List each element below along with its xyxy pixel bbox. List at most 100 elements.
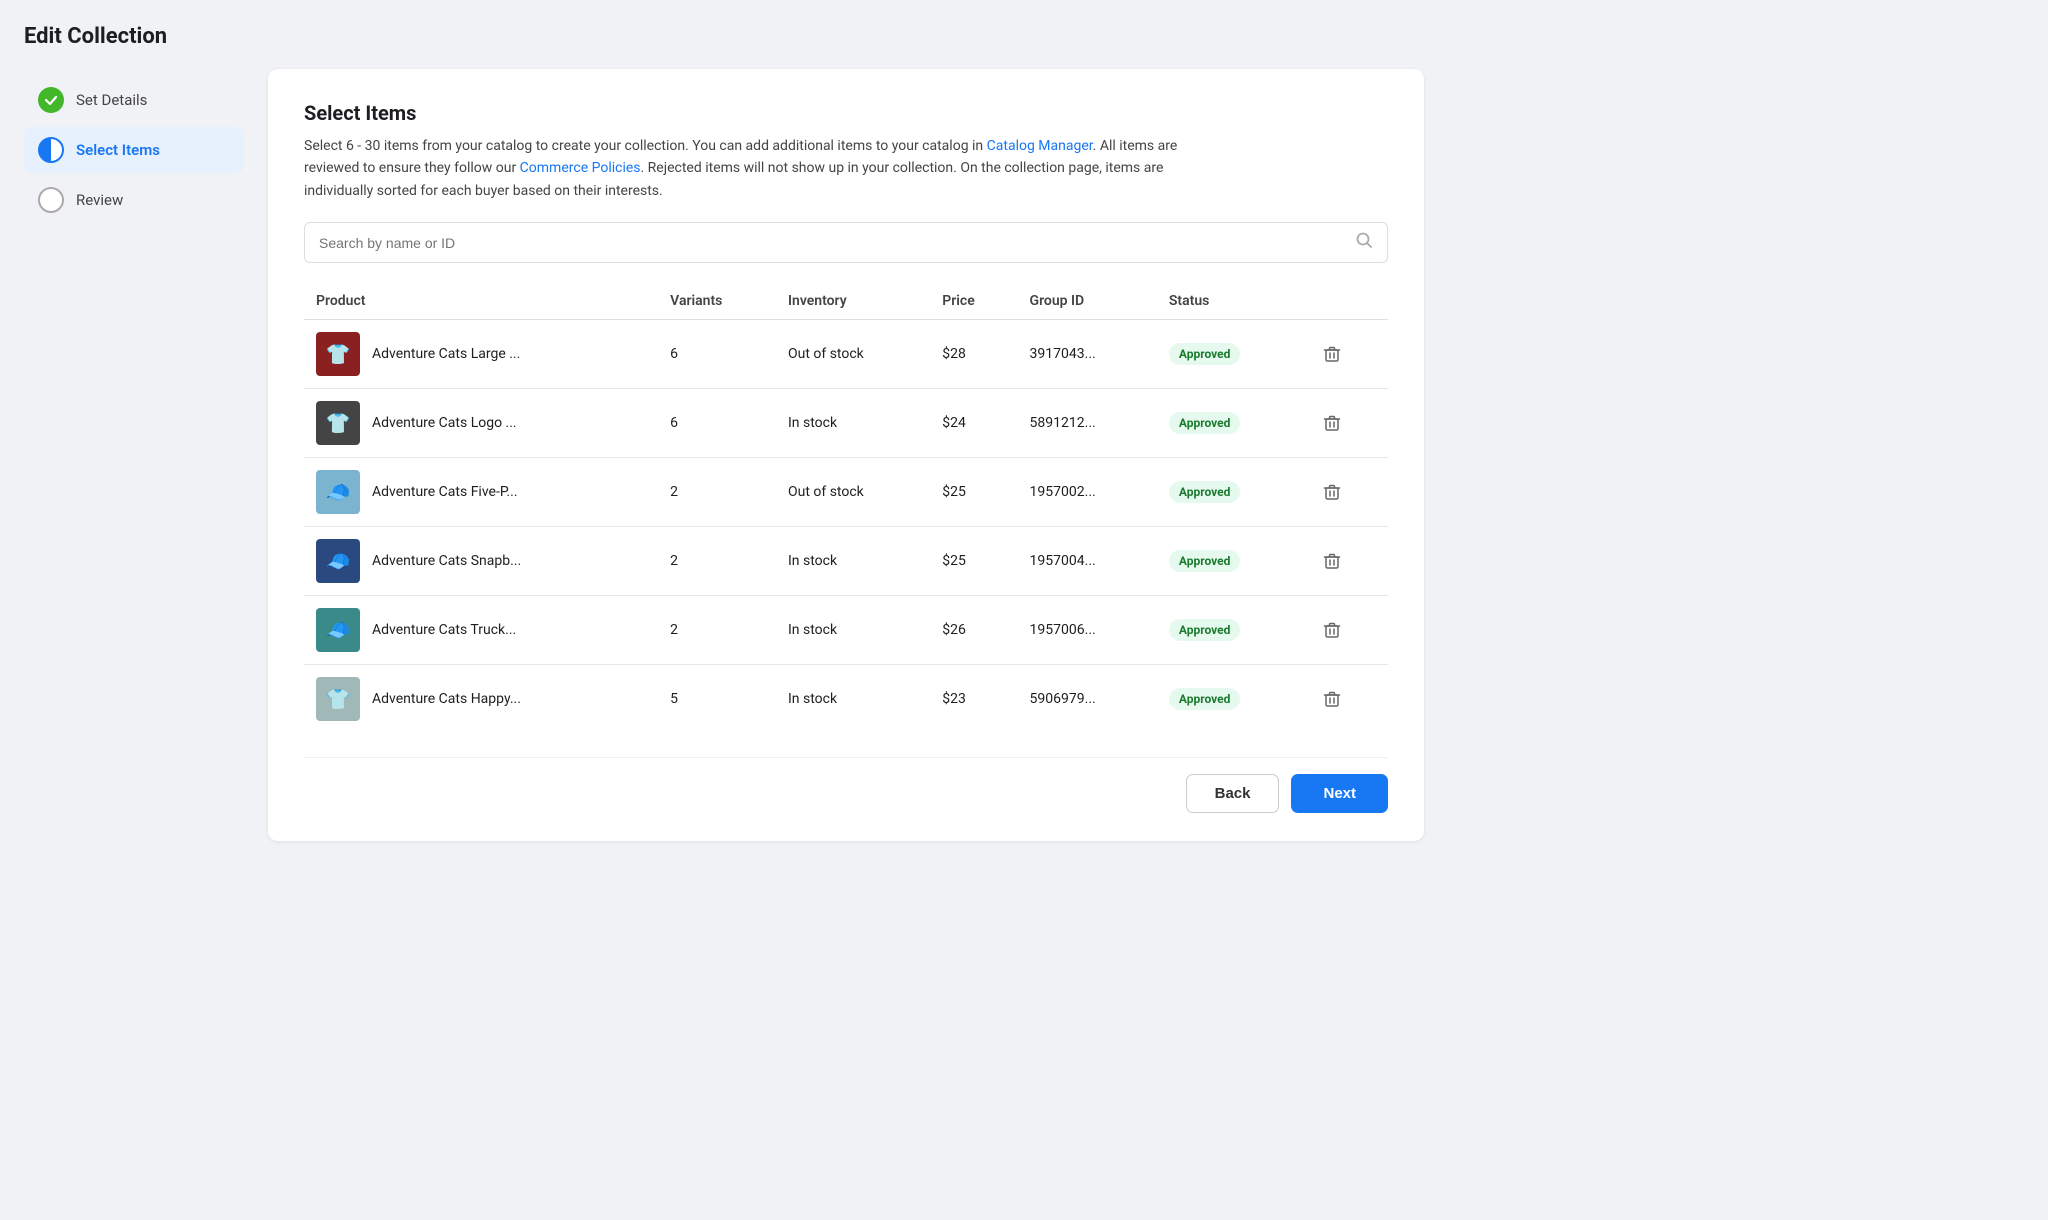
inventory-cell: Out of stock: [776, 458, 930, 527]
col-status: Status: [1157, 283, 1305, 320]
group-id-cell: 5906979...: [1018, 665, 1157, 734]
delete-button[interactable]: [1317, 617, 1347, 643]
col-inventory: Inventory: [776, 283, 930, 320]
description-text-1: Select 6 - 30 items from your catalog to…: [304, 138, 987, 154]
group-id-cell: 3917043...: [1018, 320, 1157, 389]
status-cell: Approved: [1157, 527, 1305, 596]
col-action: [1305, 283, 1389, 320]
variants-cell: 5: [658, 665, 776, 734]
product-name: Adventure Cats Logo ...: [372, 415, 517, 431]
sidebar-item-label-review: Review: [76, 191, 123, 209]
product-thumbnail: 🧢: [316, 470, 360, 514]
table-row: 🧢 Adventure Cats Truck... 2 In stock $26…: [304, 596, 1388, 665]
search-icon: [1355, 231, 1373, 254]
check-icon: [38, 87, 64, 113]
variants-cell: 6: [658, 320, 776, 389]
inventory-cell: In stock: [776, 596, 930, 665]
status-cell: Approved: [1157, 596, 1305, 665]
section-title: Select Items: [304, 101, 1388, 125]
status-cell: Approved: [1157, 665, 1305, 734]
status-cell: Approved: [1157, 389, 1305, 458]
price-cell: $23: [930, 665, 1017, 734]
search-bar: [304, 222, 1388, 263]
status-badge: Approved: [1169, 343, 1241, 365]
status-cell: Approved: [1157, 320, 1305, 389]
table-row: 🧢 Adventure Cats Snapb... 2 In stock $25…: [304, 527, 1388, 596]
product-cell: 👕 Adventure Cats Large ...: [316, 332, 646, 376]
table-container: Product Variants Inventory Price Group I…: [304, 283, 1388, 733]
product-cell: 🧢 Adventure Cats Truck...: [316, 608, 646, 652]
delete-button[interactable]: [1317, 341, 1347, 367]
price-cell: $28: [930, 320, 1017, 389]
footer: Back Next: [304, 757, 1388, 813]
inventory-cell: Out of stock: [776, 320, 930, 389]
group-id-cell: 5891212...: [1018, 389, 1157, 458]
sidebar-item-review[interactable]: Review: [24, 177, 244, 223]
product-cell: 👕 Adventure Cats Happy...: [316, 677, 646, 721]
product-thumbnail: 👕: [316, 332, 360, 376]
price-cell: $24: [930, 389, 1017, 458]
half-circle-icon: [38, 137, 64, 163]
group-id-cell: 1957006...: [1018, 596, 1157, 665]
price-cell: $26: [930, 596, 1017, 665]
search-input[interactable]: [319, 235, 1355, 251]
sidebar-item-select-items[interactable]: Select Items: [24, 127, 244, 173]
status-badge: Approved: [1169, 412, 1241, 434]
delete-button[interactable]: [1317, 548, 1347, 574]
delete-button[interactable]: [1317, 479, 1347, 505]
table-row: 👕 Adventure Cats Logo ... 6 In stock $24…: [304, 389, 1388, 458]
commerce-policies-link[interactable]: Commerce Policies: [520, 160, 641, 176]
delete-button[interactable]: [1317, 686, 1347, 712]
table-row: 👕 Adventure Cats Large ... 6 Out of stoc…: [304, 320, 1388, 389]
circle-icon: [38, 187, 64, 213]
group-id-cell: 1957002...: [1018, 458, 1157, 527]
product-name: Adventure Cats Large ...: [372, 346, 520, 362]
next-button[interactable]: Next: [1291, 774, 1388, 813]
inventory-cell: In stock: [776, 389, 930, 458]
product-thumbnail: 🧢: [316, 539, 360, 583]
product-name: Adventure Cats Truck...: [372, 622, 516, 638]
status-badge: Approved: [1169, 688, 1241, 710]
action-cell[interactable]: [1305, 665, 1389, 734]
inventory-cell: In stock: [776, 665, 930, 734]
product-cell: 🧢 Adventure Cats Five-P...: [316, 470, 646, 514]
description: Select 6 - 30 items from your catalog to…: [304, 135, 1204, 202]
back-button[interactable]: Back: [1186, 774, 1280, 813]
status-badge: Approved: [1169, 550, 1241, 572]
product-thumbnail: 👕: [316, 401, 360, 445]
col-variants: Variants: [658, 283, 776, 320]
product-thumbnail: 👕: [316, 677, 360, 721]
status-cell: Approved: [1157, 458, 1305, 527]
sidebar: Set Details Select Items Review: [24, 69, 244, 841]
sidebar-item-label-select-items: Select Items: [76, 141, 160, 159]
status-badge: Approved: [1169, 619, 1241, 641]
action-cell[interactable]: [1305, 320, 1389, 389]
inventory-cell: In stock: [776, 527, 930, 596]
product-name: Adventure Cats Happy...: [372, 691, 521, 707]
col-product: Product: [304, 283, 658, 320]
catalog-manager-link[interactable]: Catalog Manager: [987, 138, 1093, 154]
delete-button[interactable]: [1317, 410, 1347, 436]
page-title: Edit Collection: [24, 24, 2024, 49]
sidebar-item-label-set-details: Set Details: [76, 91, 147, 109]
sidebar-item-set-details[interactable]: Set Details: [24, 77, 244, 123]
variants-cell: 6: [658, 389, 776, 458]
table-row: 👕 Adventure Cats Happy... 5 In stock $23…: [304, 665, 1388, 734]
action-cell[interactable]: [1305, 458, 1389, 527]
action-cell[interactable]: [1305, 527, 1389, 596]
table-row: 🧢 Adventure Cats Five-P... 2 Out of stoc…: [304, 458, 1388, 527]
items-table: Product Variants Inventory Price Group I…: [304, 283, 1388, 733]
product-name: Adventure Cats Five-P...: [372, 484, 518, 500]
product-cell: 👕 Adventure Cats Logo ...: [316, 401, 646, 445]
action-cell[interactable]: [1305, 389, 1389, 458]
product-thumbnail: 🧢: [316, 608, 360, 652]
main-panel: Select Items Select 6 - 30 items from yo…: [268, 69, 1424, 841]
price-cell: $25: [930, 527, 1017, 596]
col-group-id: Group ID: [1018, 283, 1157, 320]
variants-cell: 2: [658, 458, 776, 527]
action-cell[interactable]: [1305, 596, 1389, 665]
col-price: Price: [930, 283, 1017, 320]
product-cell: 🧢 Adventure Cats Snapb...: [316, 539, 646, 583]
variants-cell: 2: [658, 596, 776, 665]
variants-cell: 2: [658, 527, 776, 596]
